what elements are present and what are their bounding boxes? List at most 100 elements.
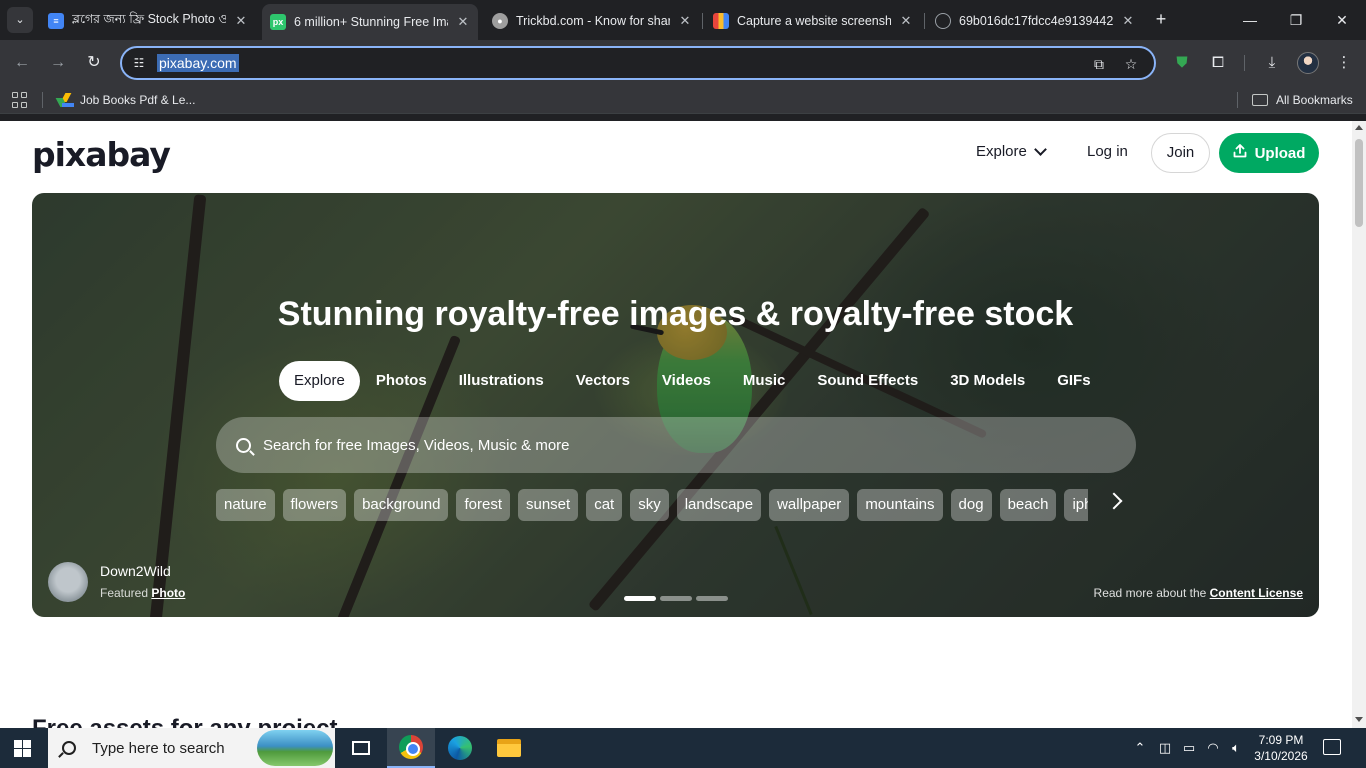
tag-chip[interactable]: sky [630,489,669,521]
tag-chip[interactable]: flowers [282,489,347,521]
browser-tab-4[interactable]: 69b016dc17fdcc4e91394421 ✕ [927,6,1143,36]
upload-button[interactable]: Upload [1219,133,1319,173]
install-app-icon[interactable]: ⧉ [1088,53,1110,75]
menu-kebab-icon[interactable]: ⋮ [1332,51,1356,75]
volume-icon[interactable]: 🔈︎ [1226,728,1246,768]
taskbar-chrome[interactable] [387,728,435,768]
suggested-tags: nature flowers background forest sunset cat sk… [216,489,1088,521]
shield-icon[interactable]: ⛊ [1170,51,1194,75]
contributor-name[interactable]: Down2Wild [100,563,171,579]
new-tab-button[interactable]: + [1150,8,1172,30]
web-page: pixabay Explore Log in Join Upload Stunn… [0,121,1352,728]
join-button[interactable]: Join [1151,133,1210,173]
tag-chip[interactable]: mountains [857,489,943,521]
search-placeholder: Search for free Images, Videos, Music & … [263,436,570,454]
close-icon[interactable]: ✕ [1121,13,1135,29]
address-bar[interactable]: ☷ pixabay.com ⧉ ☆ [120,46,1156,80]
page-scrollbar[interactable] [1352,121,1366,728]
tag-chip[interactable]: dog [950,489,992,521]
pixabay-logo[interactable]: pixabay [32,135,171,174]
pixabay-icon: px [270,14,286,30]
globe-icon [935,13,951,29]
contributor-avatar[interactable] [48,562,88,602]
explore-menu[interactable]: Explore [976,142,1047,160]
extensions-icon[interactable]: ⧠ [1206,51,1230,75]
tab-sound-effects[interactable]: Sound Effects [801,361,934,401]
scroll-thumb[interactable] [1355,139,1363,227]
tab-vectors[interactable]: Vectors [560,361,646,401]
chrome-icon [399,735,423,759]
grid-icon [713,13,729,29]
search-icon [62,741,76,755]
back-button[interactable]: ← [10,51,34,75]
tab-music[interactable]: Music [727,361,802,401]
search-input[interactable]: Search for free Images, Videos, Music & … [216,417,1136,473]
browser-tab-1[interactable]: px 6 million+ Stunning Free Ima ✕ [262,4,478,40]
tab-illustrations[interactable]: Illustrations [443,361,560,401]
browser-tab-2[interactable]: ● Trickbd.com - Know for shar ✕ [484,6,700,36]
tag-chip[interactable]: nature [216,489,275,521]
tab-title: 69b016dc17fdcc4e91394421 [959,14,1113,28]
close-icon[interactable]: ✕ [456,14,470,30]
battery-icon[interactable]: ▭ [1179,728,1199,768]
slide-dot[interactable] [624,596,656,601]
tag-chip[interactable]: forest [456,489,510,521]
system-clock[interactable]: 7:09 PM 3/10/2026 [1246,732,1316,764]
folder-icon [1252,94,1268,106]
site-settings-icon[interactable]: ☷ [130,54,148,72]
windows-start-icon[interactable] [14,740,31,757]
chevron-up-icon[interactable]: ⌃ [1130,728,1150,768]
restore-button[interactable]: ❐ [1273,6,1319,34]
tag-chip[interactable]: background [354,489,449,521]
reload-button[interactable]: ↻ [82,51,106,75]
bookmark-star-icon[interactable]: ☆ [1120,53,1142,75]
content-license-link[interactable]: Content License [1210,586,1303,600]
apps-grid-icon[interactable] [12,92,28,108]
url-text[interactable]: pixabay.com [157,54,239,72]
tag-chip[interactable]: landscape [676,489,762,521]
tag-chip[interactable]: beach [999,489,1057,521]
edge-icon [448,736,472,760]
bookmark-job-books[interactable]: Job Books Pdf & Le... [55,92,196,108]
bookmark-label: Job Books Pdf & Le... [80,93,196,107]
scroll-up-icon[interactable] [1355,125,1363,130]
close-icon[interactable]: ✕ [899,13,913,29]
notification-center-icon[interactable] [1323,739,1341,755]
tab-search-button[interactable]: ⌄ [7,7,33,33]
taskbar-search-input[interactable]: Type here to search [48,728,335,768]
browser-tab-0[interactable]: ≡ ব্লগের জন্য ফ্রি Stock Photo ও ✕ [40,6,256,36]
download-icon[interactable]: ⤓ [1260,51,1284,75]
tab-videos[interactable]: Videos [646,361,727,401]
featured-text: Featured [100,586,149,600]
taskbar-file-explorer[interactable] [485,728,533,768]
login-link[interactable]: Log in [1087,143,1128,160]
close-icon[interactable]: ✕ [234,13,248,29]
scroll-down-icon[interactable] [1355,717,1363,722]
bookmark-separator [1237,92,1238,108]
tag-chip[interactable]: iphone [1064,489,1088,521]
tab-gifs[interactable]: GIFs [1041,361,1106,401]
browser-tab-3[interactable]: Capture a website screensho ✕ [705,6,921,36]
profile-avatar[interactable] [1297,52,1319,74]
tag-chip[interactable]: cat [586,489,623,521]
taskbar-search-placeholder: Type here to search [92,739,225,757]
featured-photo-link[interactable]: Photo [151,586,185,600]
taskbar-edge[interactable] [436,728,484,768]
all-bookmarks-button[interactable]: All Bookmarks [1252,92,1353,108]
tab-explore[interactable]: Explore [279,361,360,401]
task-view-button[interactable] [337,728,385,768]
slide-dot[interactable] [696,596,728,601]
wifi-icon[interactable]: ◠ [1203,728,1223,768]
trickbd-icon: ● [492,13,508,29]
forward-button[interactable]: → [46,51,70,75]
tag-chip[interactable]: wallpaper [769,489,850,521]
task-view-icon [352,741,370,755]
slide-dot[interactable] [660,596,692,601]
minimize-button[interactable]: — [1227,6,1273,34]
window-close-button[interactable]: ✕ [1319,6,1365,34]
tab-photos[interactable]: Photos [360,361,443,401]
meet-now-icon[interactable]: ◫ [1155,728,1175,768]
tab-3d-models[interactable]: 3D Models [934,361,1041,401]
close-icon[interactable]: ✕ [678,13,692,29]
tag-chip[interactable]: sunset [517,489,579,521]
